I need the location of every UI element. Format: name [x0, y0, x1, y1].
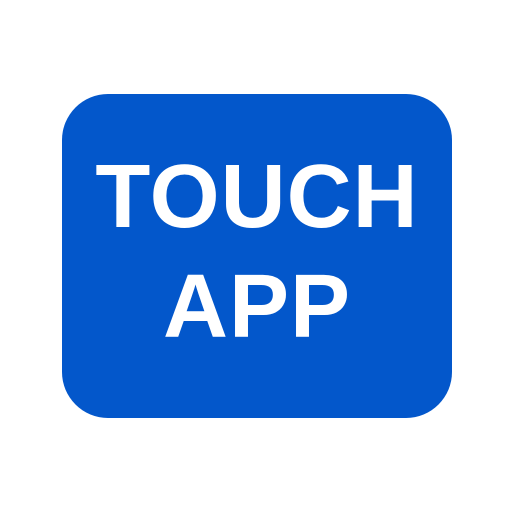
tile-label-line-2: APP	[162, 257, 352, 357]
tile-label-line-1: TOUCH	[95, 147, 419, 247]
touch-app-tile-button[interactable]: TOUCH APP	[62, 94, 452, 418]
icon-canvas: TOUCH APP	[0, 0, 512, 512]
